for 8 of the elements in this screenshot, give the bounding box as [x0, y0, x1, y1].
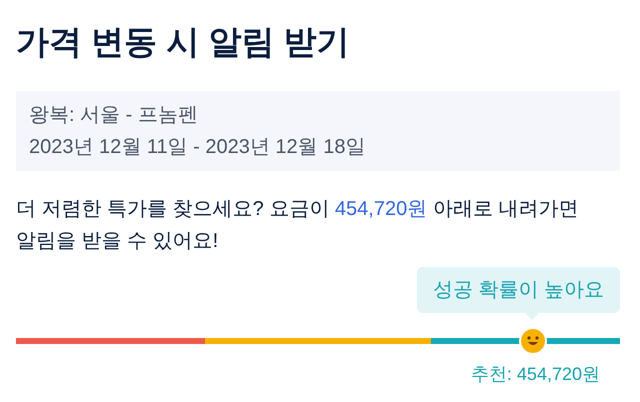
page-title: 가격 변동 시 알림 받기: [16, 22, 351, 62]
trip-dates: 2023년 12월 11일 - 2023년 12월 18일: [29, 135, 366, 160]
smiley-handle-icon[interactable]: [519, 327, 548, 355]
recommended-price: 추천: 454,720원: [470, 363, 600, 386]
alert-description: 더 저렴한 특가를 찾으세요? 요금이 454,720원 아래로 내려가면 알림을 받을 수 있어요!: [16, 197, 580, 254]
tooltip-pointer-icon: [524, 313, 539, 320]
price-slider[interactable]: [16, 327, 620, 355]
trip-route: 왕복: 서울 - 프놈펜: [29, 103, 198, 128]
